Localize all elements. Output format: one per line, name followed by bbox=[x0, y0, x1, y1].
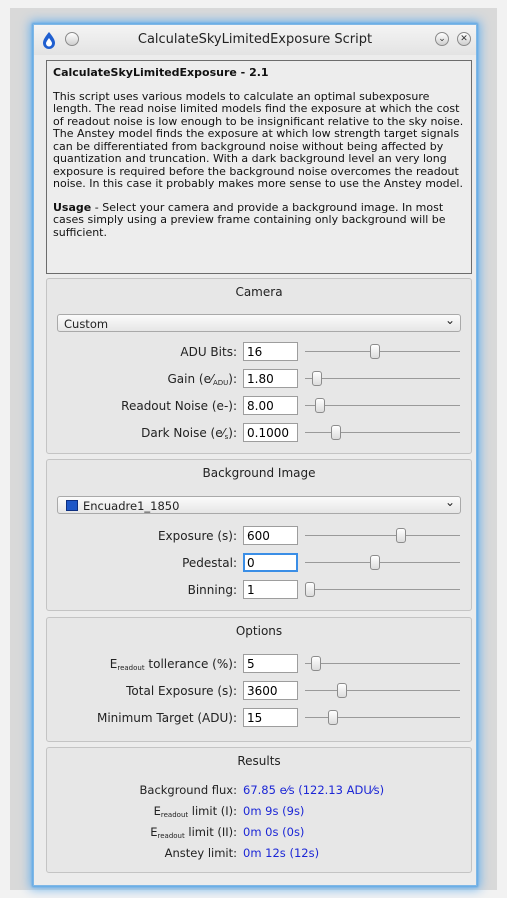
slider-handle[interactable] bbox=[315, 398, 326, 413]
total-exposure-slider[interactable] bbox=[305, 683, 460, 698]
gain-label: Gain (e⁄ADU): bbox=[167, 372, 237, 387]
readout-noise-slider[interactable] bbox=[305, 398, 460, 413]
binning-input[interactable] bbox=[243, 580, 298, 599]
options-group: Options Ereadout tollerance (%): Total E… bbox=[46, 617, 472, 742]
slider-handle[interactable] bbox=[336, 683, 347, 698]
readout-tolerance-label: Ereadout tollerance (%): bbox=[109, 657, 237, 672]
pedestal-label: Pedestal: bbox=[182, 556, 237, 570]
readout-limit-2-value: 0m 0s (0s) bbox=[243, 825, 305, 839]
electrons-per-adu-unit: e⁄ADU bbox=[203, 372, 229, 387]
background-image-group: Background Image Encuadre1_1850 ⌄ Exposu… bbox=[46, 459, 472, 611]
gain-slider[interactable] bbox=[305, 371, 460, 386]
dark-noise-label: Dark Noise (e⁄s): bbox=[141, 426, 237, 441]
slider-handle[interactable] bbox=[310, 656, 321, 671]
window-title: CalculateSkyLimitedExposure Script bbox=[137, 32, 373, 47]
readout-noise-label: Readout Noise (e-): bbox=[121, 399, 237, 413]
camera-select[interactable]: Custom ⌄ bbox=[57, 313, 461, 332]
adu-bits-slider[interactable] bbox=[305, 344, 460, 359]
camera-group-title: Camera bbox=[235, 285, 283, 299]
slider-handle[interactable] bbox=[331, 425, 342, 440]
readout-tolerance-slider[interactable] bbox=[305, 656, 460, 671]
adu-bits-label: ADU Bits: bbox=[180, 345, 237, 359]
anstey-limit-value: 0m 12s (12s) bbox=[243, 846, 320, 860]
binning-label: Binning: bbox=[187, 583, 237, 597]
usage-text: - Select your camera and provide a backg… bbox=[53, 200, 446, 239]
script-heading: CalculateSkyLimitedExposure - 2.1 bbox=[53, 66, 269, 79]
readout-limit-2-label: Ereadout limit (II): bbox=[150, 825, 237, 840]
exposure-input[interactable] bbox=[243, 526, 298, 545]
gain-input[interactable] bbox=[243, 369, 298, 388]
slider-handle[interactable] bbox=[328, 710, 339, 725]
total-exposure-label: Total Exposure (s): bbox=[126, 684, 237, 698]
readout-limit-1-label: Ereadout limit (I): bbox=[153, 804, 237, 819]
close-icon: ✕ bbox=[460, 34, 468, 44]
pedestal-slider[interactable] bbox=[305, 555, 460, 570]
results-group-title: Results bbox=[237, 754, 281, 768]
minimum-target-label: Minimum Target (ADU): bbox=[96, 711, 237, 725]
chevron-down-icon: ⌄ bbox=[444, 495, 455, 509]
pedestal-input[interactable] bbox=[243, 553, 298, 572]
minimum-target-input[interactable] bbox=[243, 708, 298, 727]
slider-handle[interactable] bbox=[370, 344, 381, 359]
exposure-label: Exposure (s): bbox=[157, 529, 237, 543]
options-group-title: Options bbox=[235, 624, 283, 638]
minimize-button[interactable]: ⌄ bbox=[435, 32, 449, 46]
usage-paragraph: Usage - Select your camera and provide a… bbox=[53, 200, 465, 240]
image-select[interactable]: Encuadre1_1850 ⌄ bbox=[57, 495, 461, 514]
camera-select-value: Custom bbox=[64, 317, 109, 331]
anstey-limit-label: Anstey limit: bbox=[164, 846, 237, 860]
usage-label: Usage bbox=[53, 200, 92, 214]
slider-handle[interactable] bbox=[396, 528, 407, 543]
dark-noise-slider[interactable] bbox=[305, 425, 460, 440]
background-group-title: Background Image bbox=[202, 466, 316, 480]
background-flux-label: Background flux: bbox=[139, 783, 237, 797]
readout-limit-1-value: 0m 9s (9s) bbox=[243, 804, 305, 818]
slider-handle[interactable] bbox=[312, 371, 323, 386]
readout-noise-input[interactable] bbox=[243, 396, 298, 415]
image-icon bbox=[66, 500, 78, 511]
exposure-slider[interactable] bbox=[305, 528, 460, 543]
slider-handle[interactable] bbox=[305, 582, 315, 597]
background-flux-value: 67.85 e⁄s (122.13 ADU⁄s) bbox=[243, 783, 385, 797]
description-paragraph: This script uses various models to calcu… bbox=[53, 89, 464, 190]
total-exposure-input[interactable] bbox=[243, 681, 298, 700]
close-button[interactable]: ✕ bbox=[457, 32, 471, 46]
slider-handle[interactable] bbox=[370, 555, 381, 570]
image-select-value: Encuadre1_1850 bbox=[83, 499, 180, 513]
results-group: Results Background flux: 67.85 e⁄s (122.… bbox=[46, 747, 472, 873]
electrons-per-second-unit: e⁄s bbox=[215, 426, 229, 441]
chevron-down-icon: ⌄ bbox=[438, 34, 446, 44]
binning-slider[interactable] bbox=[305, 582, 460, 597]
camera-group: Camera Custom ⌄ ADU Bits: Gain (e⁄ADU): … bbox=[46, 278, 472, 454]
script-dialog: CalculateSkyLimitedExposure Script ⌄ ✕ C… bbox=[33, 24, 477, 886]
adu-bits-input[interactable] bbox=[243, 342, 298, 361]
chevron-down-icon: ⌄ bbox=[444, 313, 455, 327]
dark-noise-input[interactable] bbox=[243, 423, 298, 442]
script-description: CalculateSkyLimitedExposure - 2.1 This s… bbox=[46, 60, 472, 274]
title-bar[interactable]: CalculateSkyLimitedExposure Script ⌄ ✕ bbox=[34, 25, 476, 55]
readout-tolerance-input[interactable] bbox=[243, 654, 298, 673]
minimum-target-slider[interactable] bbox=[305, 710, 460, 725]
